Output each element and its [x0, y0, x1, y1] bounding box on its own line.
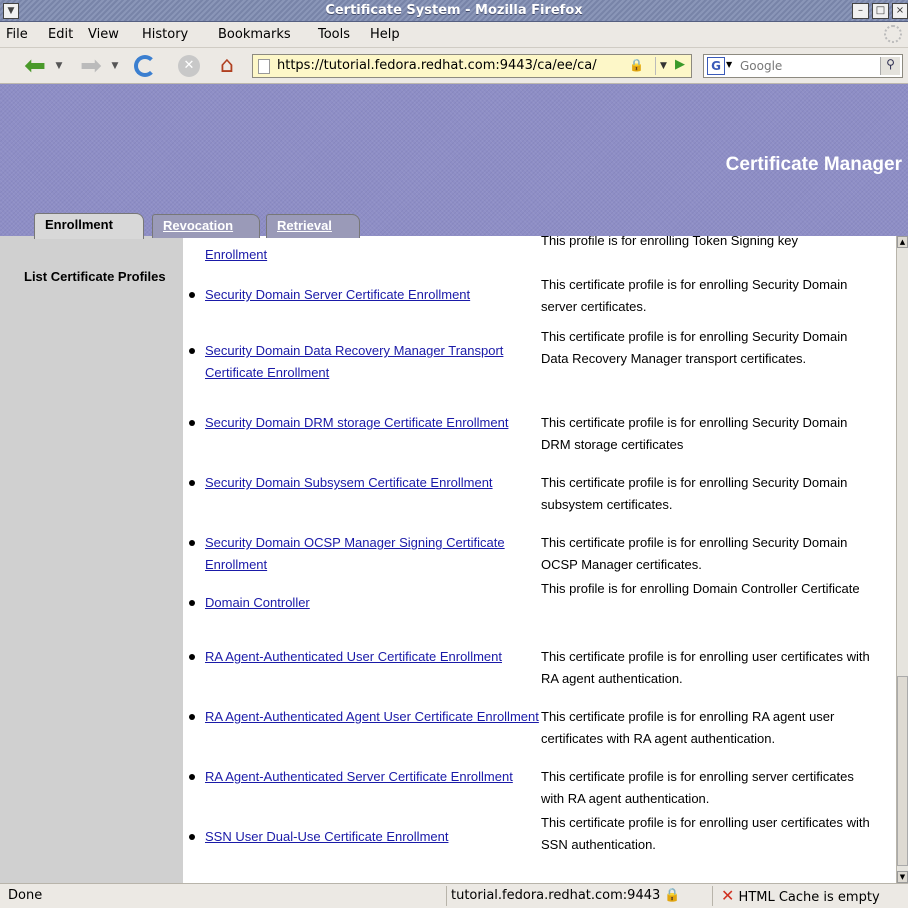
back-arrow-icon[interactable]: ⬅ [20, 53, 50, 79]
google-engine-icon[interactable]: G [707, 57, 725, 75]
profile-description: This certificate profile is for enrollin… [541, 709, 835, 746]
search-icon[interactable]: ⚲ [880, 57, 900, 75]
maximize-icon[interactable]: □ [872, 3, 889, 19]
url-dropdown-icon[interactable]: ▼ [655, 57, 671, 75]
profile-link[interactable]: Security Domain Subsysem Certificate Enr… [205, 472, 535, 494]
page-viewport: Certificate Manager Enrollment Revocatio… [0, 84, 908, 883]
menu-help[interactable]: Help [370, 27, 400, 42]
tab-retrieval[interactable]: Retrieval [266, 214, 360, 238]
search-placeholder[interactable]: Google [740, 59, 782, 73]
menu-file[interactable]: File [6, 27, 28, 42]
profile-link[interactable]: RA Agent-Authenticated User Certificate … [205, 646, 535, 668]
scroll-down-arrow-icon[interactable]: ▼ [897, 871, 908, 883]
cache-status-text: HTML Cache is empty [738, 890, 880, 905]
page-icon [258, 59, 270, 74]
bullet-icon [189, 292, 195, 298]
menu-edit[interactable]: Edit [48, 27, 73, 42]
cache-status: ✕ HTML Cache is empty [712, 886, 908, 906]
tab-enrollment[interactable]: Enrollment [34, 213, 144, 239]
bullet-icon [189, 774, 195, 780]
profile-link[interactable]: SSN User Dual-Use Certificate Enrollment [205, 826, 535, 848]
bullet-icon [189, 480, 195, 486]
sidebar: List Certificate Profiles [0, 236, 183, 883]
cache-error-icon: ✕ [721, 886, 735, 905]
profile-description: This certificate profile is for enrollin… [541, 649, 870, 686]
ssl-lock-icon[interactable]: 🔒 [664, 888, 680, 903]
search-box[interactable]: G ▼ Google ⚲ [703, 54, 903, 78]
navigation-toolbar: ⬅ ▼ ➡ ▼ ✕ ⌂ https://tutorial.fedora.redh… [0, 48, 908, 84]
bullet-icon [189, 600, 195, 606]
window-titlebar: ▼ Certificate System - Mozilla Firefox –… [0, 0, 908, 22]
status-host-text: tutorial.fedora.redhat.com:9443 [451, 888, 661, 903]
minimize-icon[interactable]: – [852, 3, 869, 19]
bullet-icon [189, 654, 195, 660]
engine-dropdown-icon[interactable]: ▼ [726, 60, 732, 69]
scroll-up-arrow-icon[interactable]: ▲ [897, 236, 908, 248]
profile-link[interactable]: Security Domain Server Certificate Enrol… [205, 284, 535, 306]
profile-description: This certificate profile is for enrollin… [541, 415, 848, 452]
forward-arrow-icon[interactable]: ➡ [76, 53, 106, 79]
scroll-thumb[interactable] [897, 676, 908, 866]
profile-link[interactable]: Security Domain Data Recovery Manager Tr… [205, 340, 535, 384]
menu-bar: File Edit View History Bookmarks Tools H… [0, 22, 908, 48]
profile-link[interactable]: RA Agent-Authenticated Server Certificat… [205, 766, 535, 788]
profile-link[interactable]: Security Domain DRM storage Certificate … [205, 412, 535, 434]
menu-tools[interactable]: Tools [318, 27, 350, 42]
app-title: Certificate Manager [725, 154, 902, 175]
profile-description: This profile is for enrolling Token Sign… [541, 236, 799, 248]
stop-icon[interactable]: ✕ [176, 53, 202, 79]
profile-description: This certificate profile is for enrollin… [541, 329, 848, 366]
bullet-icon [189, 834, 195, 840]
profile-description: This certificate profile is for enrollin… [541, 475, 848, 512]
lock-icon[interactable]: 🔒 [629, 58, 644, 72]
profile-description: This certificate profile is for enrollin… [541, 769, 854, 806]
profile-description: This profile is for enrolling Domain Con… [541, 581, 860, 596]
profile-description: This certificate profile is for enrollin… [541, 535, 848, 572]
profile-description: This certificate profile is for enrollin… [541, 277, 848, 314]
profile-link[interactable]: Security Domain OCSP Manager Signing Cer… [205, 532, 535, 576]
vertical-scrollbar[interactable]: ▲ ▼ [896, 236, 908, 883]
reload-icon[interactable] [132, 53, 158, 79]
bullet-icon [189, 714, 195, 720]
status-text: Done [8, 888, 43, 903]
url-text[interactable]: https://tutorial.fedora.redhat.com:9443/… [277, 58, 597, 73]
tab-revocation[interactable]: Revocation [152, 214, 260, 238]
status-bar: Done tutorial.fedora.redhat.com:9443 🔒 ✕… [0, 883, 908, 907]
home-icon[interactable]: ⌂ [214, 53, 240, 79]
bullet-icon [189, 420, 195, 426]
bullet-icon [189, 348, 195, 354]
url-bar[interactable]: https://tutorial.fedora.redhat.com:9443/… [252, 54, 692, 78]
profile-link[interactable]: Domain Controller [205, 592, 535, 614]
forward-dropdown-icon[interactable]: ▼ [110, 53, 120, 79]
menu-view[interactable]: View [88, 27, 119, 42]
profile-link[interactable]: Enrollment [205, 244, 535, 266]
bullet-icon [189, 540, 195, 546]
status-host: tutorial.fedora.redhat.com:9443 🔒 [446, 886, 710, 906]
profile-list: Enrollment This profile is for enrolling… [183, 236, 896, 883]
sidebar-item-list-certificate-profiles[interactable]: List Certificate Profiles [24, 266, 174, 288]
menu-history[interactable]: History [142, 27, 188, 42]
profile-link[interactable]: RA Agent-Authenticated Agent User Certif… [205, 706, 545, 728]
back-dropdown-icon[interactable]: ▼ [54, 53, 64, 79]
window-title: Certificate System - Mozilla Firefox [325, 3, 583, 18]
go-arrow-icon[interactable]: ▶ [675, 57, 685, 72]
close-icon[interactable]: × [892, 3, 908, 19]
throbber-icon [884, 25, 902, 43]
profile-description: This certificate profile is for enrollin… [541, 815, 870, 852]
menu-bookmarks[interactable]: Bookmarks [218, 27, 291, 42]
